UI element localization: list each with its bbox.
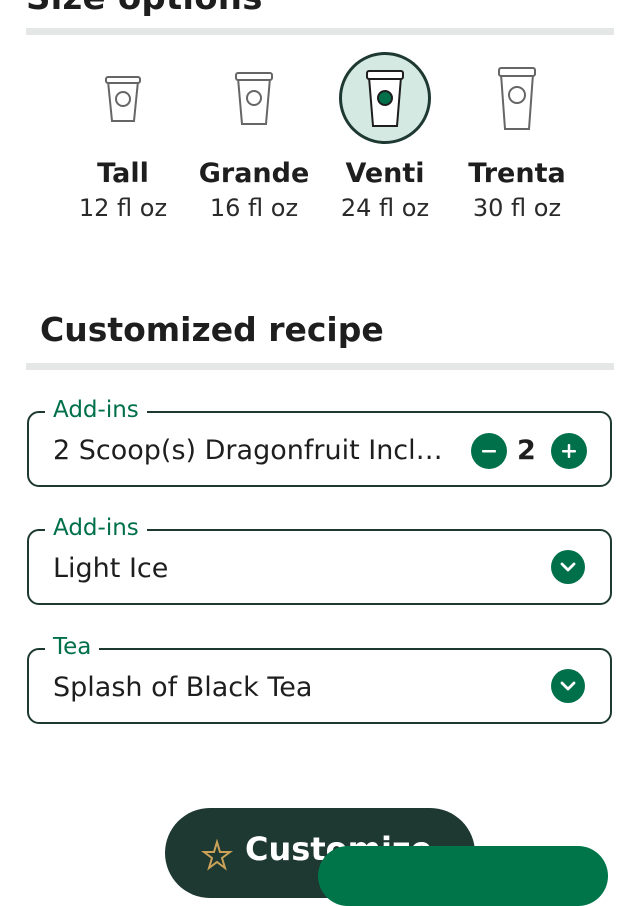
dropdown-toggle[interactable] — [551, 669, 585, 703]
cup-icon — [498, 67, 536, 130]
field-label: Add-ins — [45, 395, 147, 425]
cup-icon-wrapper — [471, 52, 563, 144]
divider — [26, 28, 614, 35]
decrement-button[interactable] — [471, 433, 507, 469]
size-volume: 16 fl oz — [209, 194, 299, 222]
field-label: Tea — [45, 632, 100, 662]
size-option-venti[interactable]: Venti 24 fl oz — [319, 52, 451, 232]
quantity-value: 2 — [517, 435, 536, 466]
field-value: 2 Scoop(s) Dragonfruit Inclusion — [53, 435, 448, 466]
section-title-size-options: Size options — [26, 0, 263, 18]
plus-icon — [562, 444, 576, 458]
size-option-trenta[interactable]: Trenta 30 fl oz — [451, 52, 583, 232]
size-option-grande[interactable]: Grande 16 fl oz — [188, 52, 320, 232]
add-ins-dropdown[interactable]: Add-ins Light Ice — [27, 513, 612, 605]
chevron-down-icon — [560, 681, 576, 691]
size-option-tall[interactable]: Tall 12 fl oz — [57, 52, 189, 232]
cup-icon — [105, 76, 141, 122]
minus-icon — [482, 450, 496, 453]
cup-icon-wrapper — [208, 52, 300, 144]
field-value: Splash of Black Tea — [53, 672, 313, 703]
field-value: Light Ice — [53, 553, 169, 584]
size-options: Tall 12 fl oz Grande 16 fl oz Venti 24 f… — [0, 52, 640, 232]
increment-button[interactable] — [551, 433, 587, 469]
size-volume: 24 fl oz — [340, 194, 430, 222]
add-to-order-button[interactable] — [318, 846, 608, 906]
field-label: Add-ins — [45, 513, 147, 543]
tea-dropdown[interactable]: Tea Splash of Black Tea — [27, 632, 612, 724]
cup-icon-wrapper — [339, 52, 431, 144]
size-name: Tall — [97, 158, 149, 189]
size-volume: 30 fl oz — [472, 194, 562, 222]
size-name: Venti — [345, 158, 425, 189]
add-ins-stepper-field: Add-ins 2 Scoop(s) Dragonfruit Inclusion… — [27, 395, 612, 487]
sparkle-icon — [201, 838, 233, 871]
dropdown-toggle[interactable] — [551, 550, 585, 584]
chevron-down-icon — [560, 562, 576, 572]
section-title-customized-recipe: Customized recipe — [40, 310, 384, 349]
cup-icon — [366, 70, 404, 127]
cup-icon-wrapper — [77, 52, 169, 144]
size-name: Trenta — [468, 158, 566, 189]
size-volume: 12 fl oz — [78, 194, 168, 222]
cup-icon — [235, 72, 273, 125]
size-name: Grande — [198, 158, 310, 189]
divider — [26, 363, 614, 370]
